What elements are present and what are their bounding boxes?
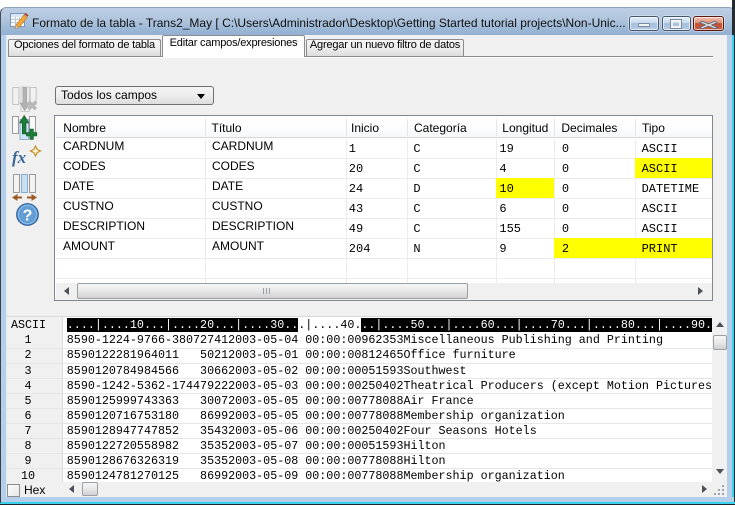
svg-text:fx: fx [12,148,27,167]
svg-text:?: ? [23,208,33,225]
